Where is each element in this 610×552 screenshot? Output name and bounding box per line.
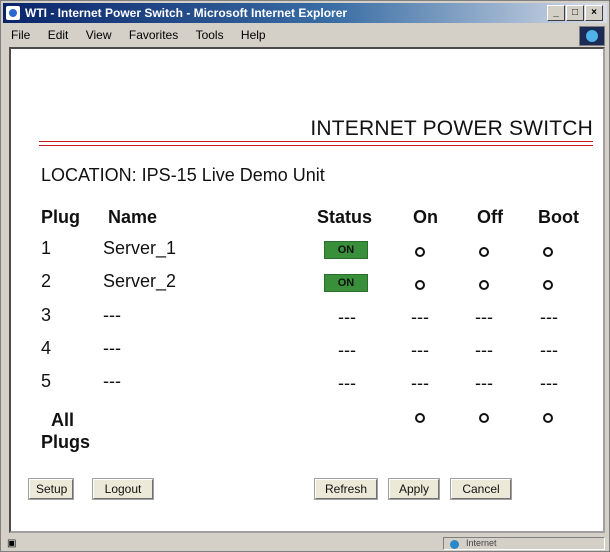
status-badge-on: ON bbox=[324, 241, 368, 259]
on-placeholder: --- bbox=[411, 373, 429, 393]
close-button[interactable]: × bbox=[585, 5, 603, 21]
plug-name: Server_1 bbox=[103, 238, 177, 258]
apply-button[interactable]: Apply bbox=[389, 479, 439, 499]
boot-radio[interactable] bbox=[543, 247, 553, 257]
page-title: INTERNET POWER SWITCH bbox=[310, 117, 593, 140]
boot-placeholder: --- bbox=[540, 373, 558, 393]
logout-button[interactable]: Logout bbox=[93, 479, 153, 499]
status-placeholder: --- bbox=[338, 307, 356, 327]
off-placeholder: --- bbox=[475, 340, 493, 360]
boot-radio[interactable] bbox=[543, 280, 553, 290]
boot-placeholder: --- bbox=[540, 307, 558, 327]
menu-edit[interactable]: Edit bbox=[40, 25, 75, 42]
plug-number: 4 bbox=[41, 338, 52, 358]
all-off-radio[interactable] bbox=[479, 413, 489, 423]
minimize-button[interactable]: _ bbox=[547, 5, 565, 21]
maximize-button[interactable]: □ bbox=[566, 5, 584, 21]
cancel-button[interactable]: Cancel bbox=[451, 479, 511, 499]
globe-icon bbox=[450, 540, 459, 549]
col-header-on: On bbox=[413, 207, 438, 227]
off-placeholder: --- bbox=[475, 373, 493, 393]
security-zone: Internet bbox=[443, 537, 605, 550]
plug-name: --- bbox=[103, 305, 121, 325]
status-placeholder: --- bbox=[338, 373, 356, 393]
col-header-status: Status bbox=[317, 207, 373, 227]
status-placeholder: --- bbox=[338, 340, 356, 360]
menu-view[interactable]: View bbox=[78, 25, 118, 42]
plug-name: Server_2 bbox=[103, 271, 177, 291]
on-placeholder: --- bbox=[411, 307, 429, 327]
location-label: LOCATION: IPS-15 Live Demo Unit bbox=[41, 165, 325, 185]
off-radio[interactable] bbox=[479, 247, 489, 257]
all-plugs-label-line1: All bbox=[51, 410, 75, 430]
on-radio[interactable] bbox=[415, 247, 425, 257]
browser-window: WTI - Internet Power Switch - Microsoft … bbox=[0, 0, 610, 552]
col-header-boot: Boot bbox=[538, 207, 579, 227]
col-header-plug: Plug bbox=[41, 207, 80, 227]
all-boot-radio[interactable] bbox=[543, 413, 553, 423]
col-header-off: Off bbox=[477, 207, 503, 227]
setup-button[interactable]: Setup bbox=[29, 479, 73, 499]
plug-name: --- bbox=[103, 338, 121, 358]
menu-favorites[interactable]: Favorites bbox=[121, 25, 184, 42]
menu-help[interactable]: Help bbox=[233, 25, 272, 42]
plug-number: 5 bbox=[41, 371, 52, 391]
off-placeholder: --- bbox=[475, 307, 493, 327]
all-on-radio[interactable] bbox=[415, 413, 425, 423]
title-bar[interactable]: WTI - Internet Power Switch - Microsoft … bbox=[3, 3, 607, 23]
off-radio[interactable] bbox=[479, 280, 489, 290]
heading-rule-top bbox=[39, 141, 593, 142]
plug-number: 1 bbox=[41, 238, 52, 258]
boot-placeholder: --- bbox=[540, 340, 558, 360]
plug-number: 3 bbox=[41, 305, 52, 325]
on-placeholder: --- bbox=[411, 340, 429, 360]
plug-name: --- bbox=[103, 371, 121, 391]
menu-bar: File Edit View Favorites Tools Help bbox=[3, 25, 607, 45]
status-bar: ▣ Internet bbox=[3, 537, 607, 551]
ie-logo-icon bbox=[579, 26, 605, 46]
menu-file[interactable]: File bbox=[3, 25, 36, 42]
menu-tools[interactable]: Tools bbox=[188, 25, 230, 42]
all-plugs-label-line2: Plugs bbox=[41, 432, 91, 452]
plug-number: 2 bbox=[41, 271, 52, 291]
refresh-button[interactable]: Refresh bbox=[315, 479, 377, 499]
zone-label: Internet bbox=[466, 538, 497, 548]
col-header-name: Name bbox=[108, 207, 158, 227]
on-radio[interactable] bbox=[415, 280, 425, 290]
page-status-icon: ▣ bbox=[7, 538, 17, 549]
ie-app-icon bbox=[6, 6, 20, 20]
status-badge-on: ON bbox=[324, 274, 368, 292]
page-content: INTERNET POWER SWITCH LOCATION: IPS-15 L… bbox=[9, 47, 605, 533]
window-title: WTI - Internet Power Switch - Microsoft … bbox=[25, 6, 348, 20]
heading-rule-bottom bbox=[39, 145, 593, 146]
